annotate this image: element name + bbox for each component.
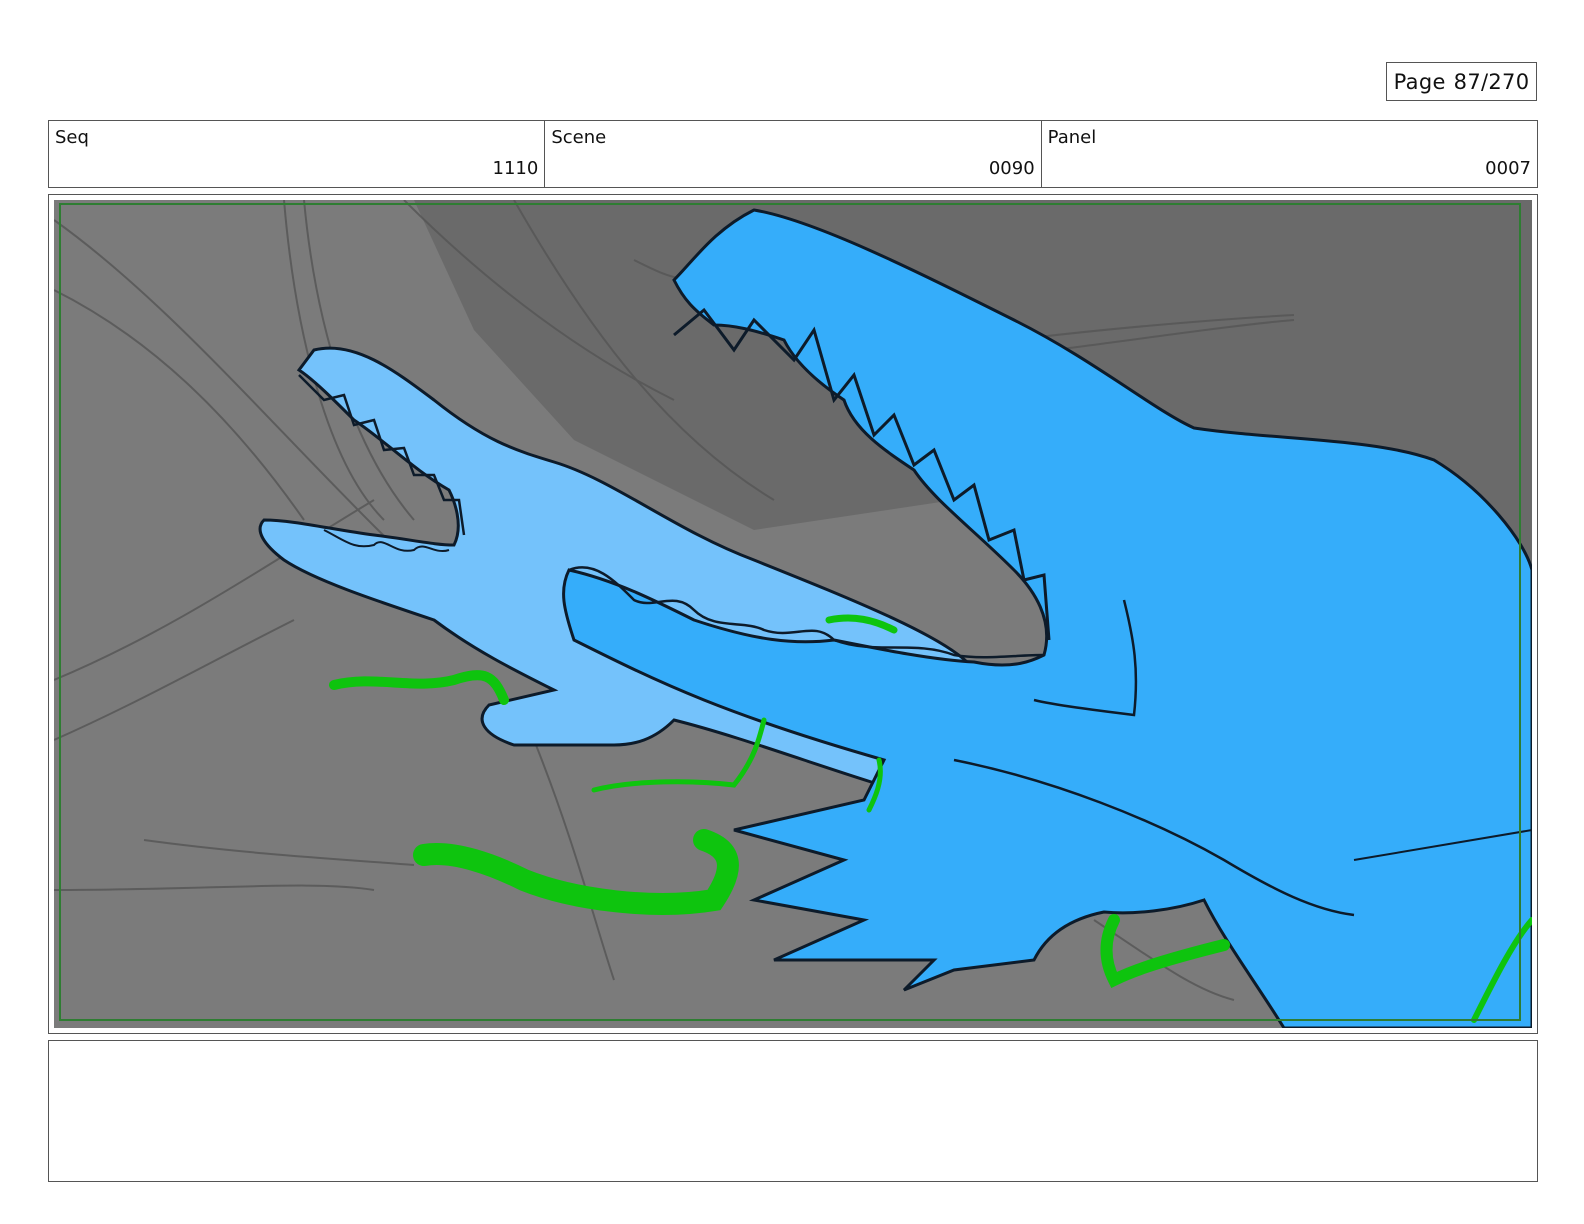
storyboard-panel-frame [48, 194, 1538, 1034]
panel-cell: Panel 0007 [1042, 121, 1537, 187]
seq-value: 1110 [492, 158, 539, 179]
panel-notes-box[interactable] [48, 1040, 1538, 1182]
page-number: Page 87/270 [1386, 62, 1537, 101]
scene-value: 0090 [988, 158, 1035, 179]
panel-value: 0007 [1485, 158, 1531, 179]
page-count: 87/270 [1453, 69, 1530, 94]
sketch-svg [54, 200, 1532, 1028]
seq-label: Seq [55, 127, 89, 148]
panel-label: Panel [1047, 127, 1097, 148]
scene-cell: Scene 0090 [545, 121, 1042, 187]
page-label: Page [1393, 69, 1446, 94]
scene-label: Scene [551, 127, 607, 148]
seq-cell: Seq 1110 [49, 121, 546, 187]
storyboard-sketch [54, 200, 1532, 1028]
panel-info-header: Seq 1110 Scene 0090 Panel 0007 [48, 120, 1538, 188]
